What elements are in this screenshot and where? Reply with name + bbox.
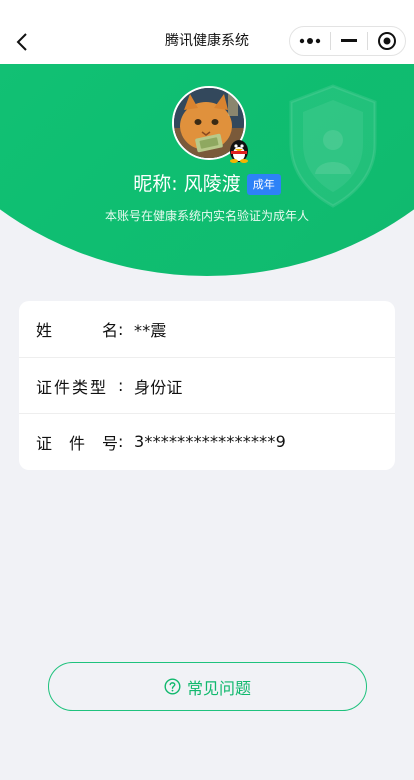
- adult-status-badge: 成年: [246, 173, 281, 195]
- close-button[interactable]: [368, 27, 405, 55]
- id-type-value: 身份证: [134, 377, 183, 397]
- label-char: 姓: [36, 321, 53, 340]
- id-number-value: 3****************9: [134, 432, 286, 451]
- info-row-id-number: 证 件 号 : 3****************9: [19, 413, 395, 469]
- info-row-id-type: 证件类型 : 身份证: [19, 357, 395, 413]
- label-char: 号: [101, 433, 118, 453]
- label-colon: :: [118, 376, 124, 395]
- label-colon: :: [118, 432, 124, 451]
- nickname: 昵称: 风陵渡: [133, 173, 241, 195]
- more-dots-icon: [299, 38, 321, 44]
- profile-header: 昵称: 风陵渡 成年 本账号在健康系统内实名验证为成年人: [0, 64, 414, 276]
- verification-description: 本账号在健康系统内实名验证为成年人: [104, 209, 309, 223]
- label-char: 证: [36, 433, 53, 453]
- info-row-name: 姓 名 : **震: [19, 301, 395, 357]
- label-char: 件: [68, 433, 85, 453]
- mini-program-capsule: [289, 26, 406, 56]
- label-text: 证件类型: [36, 377, 109, 397]
- name-label: 姓 名: [36, 317, 118, 341]
- target-circle-icon: [377, 32, 396, 50]
- faq-button[interactable]: 常见问题: [48, 662, 367, 711]
- qq-penguin-icon: [230, 140, 248, 163]
- label-char: 名: [101, 321, 118, 340]
- nickname-row: 昵称: 风陵渡 成年: [0, 171, 414, 197]
- faq-button-label: 常见问题: [186, 678, 251, 698]
- identity-info-card: 姓 名 : **震 证件类型 : 身份证 证 件 号 : 3**********…: [19, 301, 395, 470]
- label-colon: :: [118, 319, 124, 339]
- navigation-bar: 腾讯健康系统: [0, 0, 414, 64]
- minimize-icon: [340, 39, 357, 42]
- id-type-label: 证件类型: [36, 374, 118, 398]
- more-button[interactable]: [290, 27, 330, 55]
- id-number-label: 证 件 号: [36, 430, 118, 454]
- name-value: **震: [134, 321, 167, 340]
- minimize-button[interactable]: [331, 27, 368, 55]
- question-circle-icon: [164, 678, 181, 695]
